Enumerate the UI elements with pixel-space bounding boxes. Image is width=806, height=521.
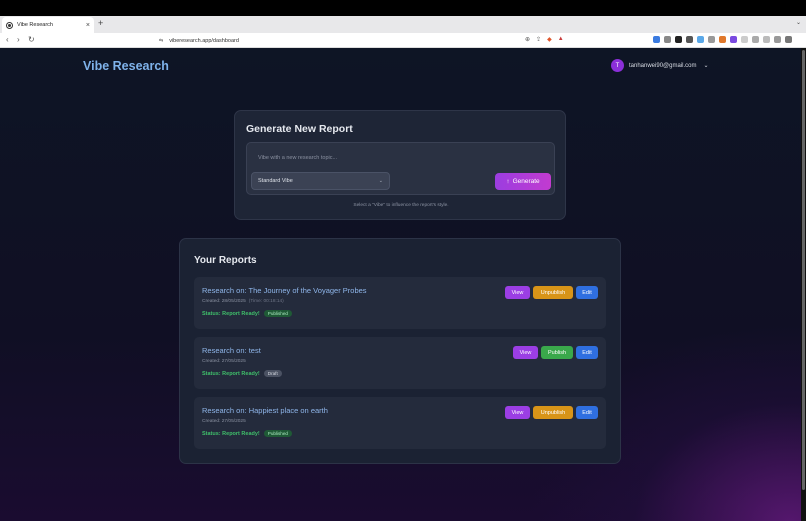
reports-title: Your Reports xyxy=(194,255,257,266)
scrollbar-thumb[interactable] xyxy=(802,50,805,490)
extension-icon[interactable] xyxy=(763,36,770,43)
extension-icon[interactable] xyxy=(686,36,693,43)
edit-button[interactable]: Edit xyxy=(576,286,598,299)
user-email: tanhanwei90@gmail.com xyxy=(629,62,697,69)
tab-title: Vibe Research xyxy=(17,22,53,28)
vibe-hint: Select a "Vibe" to influence the report'… xyxy=(353,203,449,208)
globe-icon xyxy=(6,21,13,29)
view-button[interactable]: View xyxy=(513,346,538,359)
arrow-up-icon: ↑ xyxy=(506,178,510,185)
new-tab-button[interactable]: + xyxy=(98,18,103,28)
avatar: T xyxy=(611,59,624,72)
extension-icon[interactable] xyxy=(774,36,781,43)
extension-icon[interactable] xyxy=(719,36,726,43)
generate-label: Generate xyxy=(512,178,540,185)
chevron-down-icon: ⌄ xyxy=(378,178,383,184)
extensions-bar xyxy=(653,36,792,43)
extension-icon[interactable] xyxy=(675,36,682,43)
brand-logo[interactable]: Vibe Research xyxy=(83,59,169,73)
generate-form: Standard Vibe ⌄ ↑ Generate xyxy=(246,142,555,195)
topic-input[interactable] xyxy=(258,153,538,163)
zoom-icon[interactable]: ⊕ xyxy=(525,36,530,43)
report-time: (Time: 00:18:14) xyxy=(248,299,284,304)
address-bar[interactable]: ⇆ viberesearch.app/dashboard xyxy=(150,35,582,46)
forward-arrow-icon[interactable]: › xyxy=(17,35,20,44)
close-icon[interactable]: × xyxy=(86,22,90,29)
status-badge: Published xyxy=(263,310,292,317)
reports-card: Your Reports Research on: The Journey of… xyxy=(179,238,621,464)
report-title[interactable]: Research on: The Journey of the Voyager … xyxy=(202,286,367,295)
url-text: viberesearch.app/dashboard xyxy=(169,37,239,44)
generate-button[interactable]: ↑ Generate xyxy=(495,173,551,190)
browser-tab-strip: Vibe Research × + ⌄ xyxy=(0,16,806,33)
report-created-date: Created: 27/05/2025 xyxy=(202,419,246,424)
report-created-date: Created: 28/05/2025 xyxy=(202,299,246,304)
report-created: Created: 27/05/2025 xyxy=(202,359,246,364)
menu-icon[interactable] xyxy=(785,36,792,43)
report-status-text: Status: Report Ready! xyxy=(202,430,260,437)
status-badge: Draft xyxy=(263,370,282,377)
report-status: Status: Report Ready! Published xyxy=(202,310,292,317)
report-created: Created: 28/05/2025 (Time: 00:18:14) xyxy=(202,299,284,304)
dashboard-page: Vibe Research T tanhanwei90@gmail.com ⌄ … xyxy=(0,48,801,521)
reload-icon[interactable]: ↻ xyxy=(28,35,35,44)
publish-button[interactable]: Publish xyxy=(541,346,573,359)
report-actions: View Unpublish Edit xyxy=(505,286,598,299)
report-status-text: Status: Report Ready! xyxy=(202,370,260,377)
view-button[interactable]: View xyxy=(505,406,530,419)
rewards-icon[interactable]: ▲ xyxy=(558,36,564,43)
view-button[interactable]: View xyxy=(505,286,530,299)
browser-toolbar: ‹ › ↻ ⇆ viberesearch.app/dashboard ⊕ ⇪ ◆… xyxy=(0,33,806,48)
back-arrow-icon[interactable]: ‹ xyxy=(6,35,9,44)
extension-icon[interactable] xyxy=(653,36,660,43)
edit-button[interactable]: Edit xyxy=(576,346,598,359)
browser-tab[interactable]: Vibe Research × xyxy=(2,17,94,33)
report-title[interactable]: Research on: Happiest place on earth xyxy=(202,406,328,415)
report-status-text: Status: Report Ready! xyxy=(202,310,260,317)
generate-report-card: Generate New Report Standard Vibe ⌄ ↑ Ge… xyxy=(234,110,566,220)
address-bar-icons: ⊕ ⇪ ◆ ▲ xyxy=(525,36,564,43)
edit-button[interactable]: Edit xyxy=(576,406,598,419)
extension-icon[interactable] xyxy=(730,36,737,43)
unpublish-button[interactable]: Unpublish xyxy=(533,406,573,419)
extension-icon[interactable] xyxy=(697,36,704,43)
report-item: Research on: test Created: 27/05/2025 St… xyxy=(194,337,606,389)
os-top-bar xyxy=(0,0,806,16)
report-status: Status: Report Ready! Draft xyxy=(202,370,282,377)
site-settings-icon[interactable]: ⇆ xyxy=(159,38,163,44)
extension-icon[interactable] xyxy=(664,36,671,43)
extension-icon[interactable] xyxy=(741,36,748,43)
report-item: Research on: The Journey of the Voyager … xyxy=(194,277,606,329)
generate-title: Generate New Report xyxy=(246,123,353,135)
report-actions: View Unpublish Edit xyxy=(505,406,598,419)
vibe-select[interactable]: Standard Vibe ⌄ xyxy=(251,172,390,190)
extension-icon[interactable] xyxy=(752,36,759,43)
report-created-date: Created: 27/05/2025 xyxy=(202,359,246,364)
unpublish-button[interactable]: Unpublish xyxy=(533,286,573,299)
shield-icon[interactable]: ◆ xyxy=(547,36,552,43)
chevron-down-icon[interactable]: ⌄ xyxy=(796,19,801,26)
share-icon[interactable]: ⇪ xyxy=(536,36,541,43)
status-badge: Published xyxy=(263,430,292,437)
user-menu[interactable]: T tanhanwei90@gmail.com ⌄ xyxy=(611,59,709,72)
report-status: Status: Report Ready! Published xyxy=(202,430,292,437)
vibe-select-value: Standard Vibe xyxy=(258,178,293,184)
report-title[interactable]: Research on: test xyxy=(202,346,261,355)
extension-icon[interactable] xyxy=(708,36,715,43)
page-scrollbar[interactable] xyxy=(801,48,806,521)
report-created: Created: 27/05/2025 xyxy=(202,419,246,424)
chevron-down-icon: ⌄ xyxy=(703,63,709,69)
report-item: Research on: Happiest place on earth Cre… xyxy=(194,397,606,449)
report-actions: View Publish Edit xyxy=(513,346,598,359)
